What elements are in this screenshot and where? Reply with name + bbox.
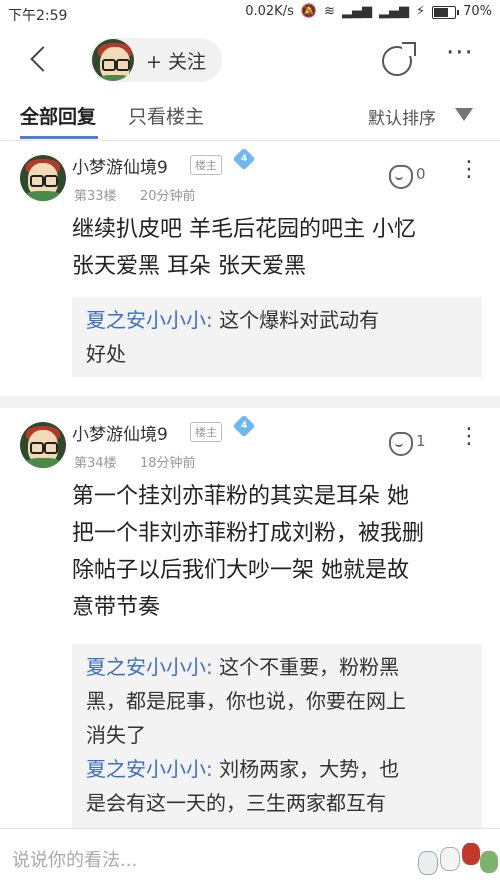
reply-post: 小梦游仙境9 楼主 4 第33楼 20分钟前 0 ⋮ 继续扒皮吧 羊毛后花园的吧… (0, 141, 500, 396)
avatar-glasses-right (44, 175, 58, 187)
post-time: 18分钟前 (140, 456, 196, 471)
follow-label: + 关注 (146, 50, 206, 73)
nav-bar: + 关注 ··· (0, 28, 500, 92)
sub-reply-author[interactable]: 夏之安小小小: (86, 655, 213, 679)
post-more-icon[interactable]: ⋮ (458, 157, 480, 182)
battery-icon (432, 5, 460, 19)
avatar-glasses-left (30, 442, 44, 454)
sub-reply-line: 好处 (86, 342, 126, 366)
avatar-glasses-right (116, 59, 130, 71)
avatar-glasses-left (102, 59, 116, 71)
battery-percent: 70% (463, 4, 492, 19)
avatar-glasses-left (30, 175, 44, 187)
content-line: 意带节奏 (72, 595, 161, 620)
sub-reply-box[interactable]: 夏之安小小小: 这个爆料对武动有 好处 (72, 297, 482, 377)
more-menu-icon[interactable]: ··· (446, 38, 474, 68)
floor-number: 第34楼 (74, 456, 117, 471)
emoji-stickers-button[interactable] (414, 841, 498, 879)
level-number: 4 (240, 153, 248, 164)
sub-reply-line: 消失了 (86, 723, 146, 747)
sticker-icon (462, 843, 480, 865)
reply-bar (0, 828, 500, 889)
sub-reply-line: 是会有这一天的，三生两家都互有 (86, 791, 386, 815)
content-line: 继续扒皮吧 羊毛后花园的吧主 小忆 (72, 217, 416, 242)
level-number: 4 (240, 420, 248, 431)
post-divider (0, 396, 500, 408)
sticker-icon (480, 851, 498, 873)
avatar-shirt (96, 75, 134, 81)
battery-fill (434, 7, 449, 17)
status-bar: 下午2:59 0.02K/s 🔕 ≋ ▂▄▆ ▂▄▆ ⚡ 70% (0, 0, 500, 28)
avatar-shirt (24, 191, 62, 201)
tab-active-indicator (20, 136, 98, 139)
follow-button[interactable]: + 关注 (90, 38, 222, 82)
sub-reply-text: 这个不重要，粉粉黑 (212, 655, 400, 679)
like-count: 1 (416, 432, 426, 450)
sub-reply-author[interactable]: 夏之安小小小: (86, 308, 213, 332)
sub-reply-line: 夏之安小小小: 刘杨两家，大势，也 (86, 752, 468, 786)
sub-reply-box[interactable]: 夏之安小小小: 这个不重要，粉粉黑 黑，都是屁事，你也说，你要在网上 消失了 夏… (72, 644, 482, 844)
content-line: 张天爱黑 耳朵 张天爱黑 (72, 254, 306, 279)
mute-icon: 🔕 (300, 4, 318, 19)
op-badge: 楼主 (190, 422, 222, 442)
post-content: 第一个挂刘亦菲粉的其实是耳朵 她 把一个非刘亦菲粉打成刘粉，被我删 除帖子以后我… (72, 478, 484, 626)
level-badge-icon: 4 (232, 147, 256, 171)
username[interactable]: 小梦游仙境9 (72, 420, 168, 445)
back-button[interactable] (22, 40, 58, 80)
post-more-icon[interactable]: ⋮ (458, 424, 480, 449)
sub-reply-text: 这个爆料对武动有 (212, 308, 380, 332)
sub-reply-text: 刘杨两家，大势，也 (212, 757, 400, 781)
filter-icon[interactable] (455, 108, 473, 121)
sub-reply-author[interactable]: 夏之安小小小: (86, 757, 213, 781)
avatar[interactable] (20, 422, 66, 468)
share-icon[interactable] (382, 42, 416, 76)
tab-all-replies[interactable]: 全部回复 (20, 102, 96, 129)
status-time: 下午2:59 (8, 8, 68, 24)
reply-input[interactable] (10, 837, 364, 883)
like-icon[interactable] (389, 165, 413, 189)
avatar[interactable] (20, 155, 66, 201)
level-badge-icon: 4 (232, 414, 256, 438)
post-content: 继续扒皮吧 羊毛后花园的吧主 小忆 张天爱黑 耳朵 张天爱黑 (72, 211, 484, 285)
like-count: 0 (416, 165, 426, 183)
content-line: 除帖子以后我们大吵一架 她就是故 (72, 558, 409, 583)
like-icon[interactable] (389, 432, 413, 456)
sort-dropdown[interactable]: 默认排序 (368, 104, 436, 129)
sticker-icon (418, 851, 438, 875)
sticker-icon (440, 847, 460, 871)
username[interactable]: 小梦游仙境9 (72, 153, 168, 178)
content-line: 把一个非刘亦菲粉打成刘粉，被我删 (72, 521, 425, 546)
signal-icon-2: ▂▄▆ (378, 4, 409, 19)
post-time: 20分钟前 (140, 189, 196, 204)
tab-op-only[interactable]: 只看楼主 (128, 102, 204, 129)
filter-tabs: 全部回复 只看楼主 默认排序 (0, 92, 500, 141)
signal-icon: ▂▄▆ (341, 4, 372, 19)
charging-icon: ⚡ (415, 4, 426, 19)
status-indicators: 0.02K/s 🔕 ≋ ▂▄▆ ▂▄▆ ⚡ 70% (245, 5, 492, 19)
avatar-shirt (24, 458, 62, 468)
wifi-icon: ≋ (324, 4, 335, 19)
avatar-glasses-right (44, 442, 58, 454)
sub-reply-line: 夏之安小小小: 这个爆料对武动有 (86, 303, 468, 337)
op-avatar[interactable] (92, 39, 134, 81)
op-badge: 楼主 (190, 155, 222, 175)
network-speed: 0.02K/s (245, 4, 294, 19)
content-line: 第一个挂刘亦菲粉的其实是耳朵 她 (72, 484, 409, 509)
sub-reply-line: 黑，都是屁事，你也说，你要在网上 (86, 689, 406, 713)
reply-post: 小梦游仙境9 楼主 4 第34楼 18分钟前 1 ⋮ 第一个挂刘亦菲粉的其实是耳… (0, 408, 500, 844)
sub-reply-line: 夏之安小小小: 这个不重要，粉粉黑 (86, 650, 468, 684)
floor-number: 第33楼 (74, 189, 117, 204)
